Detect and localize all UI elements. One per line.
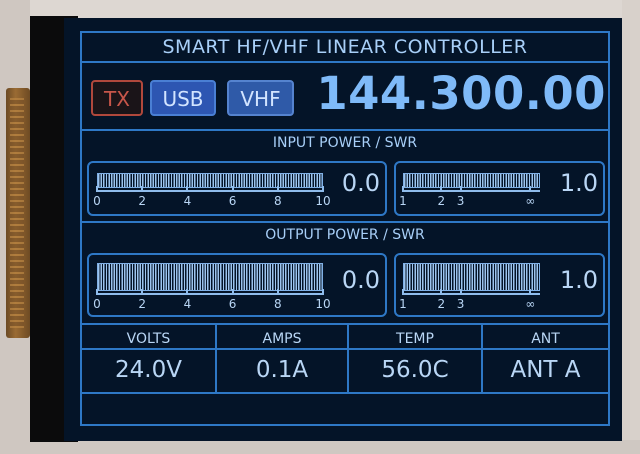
divider-output <box>80 323 610 325</box>
frequency-display[interactable]: 144.300.00 <box>306 67 606 120</box>
input-power-tick <box>186 186 189 192</box>
input-power-reading: 0.0 <box>341 169 380 197</box>
output-power-tick-label: 4 <box>183 297 192 311</box>
volts-value: 24.0V <box>115 357 182 383</box>
band-vhf-button[interactable]: VHF <box>227 80 294 116</box>
page-title: SMART HF/VHF LINEAR CONTROLLER <box>162 36 528 58</box>
input-swr-scale <box>403 190 540 192</box>
volts-header: VOLTS <box>126 331 171 347</box>
divider-input <box>80 221 610 223</box>
output-swr-tick <box>529 289 532 295</box>
input-power-tick-label: 6 <box>228 194 237 208</box>
ant-header: ANT <box>531 331 560 347</box>
input-swr-tick-label: 2 <box>437 194 446 208</box>
input-power-tick-label: 10 <box>315 194 331 208</box>
input-swr-tick-label: 1 <box>399 194 407 208</box>
input-power-tick <box>276 186 279 192</box>
output-power-tick-label: 6 <box>228 297 237 311</box>
input-power-tick-label: 0 <box>93 194 101 208</box>
divider-status-header <box>80 348 610 350</box>
input-power-tick <box>231 186 234 192</box>
output-power-tick-label: 8 <box>273 297 282 311</box>
output-power-tick-label: 10 <box>315 297 331 311</box>
input-power-tick <box>322 186 324 192</box>
output-power-tick-label: 2 <box>138 297 146 311</box>
output-swr-tick <box>402 289 404 295</box>
output-section-title: OUTPUT POWER / SWR <box>265 227 425 243</box>
output-swr-scale <box>403 293 540 295</box>
output-swr-tick <box>440 289 443 295</box>
amps-value: 0.1A <box>255 357 309 383</box>
mode-usb-button[interactable]: USB <box>150 80 216 116</box>
device-bezel-bottom <box>0 440 640 454</box>
divider-status-values <box>80 392 610 394</box>
output-swr-bar <box>403 263 540 291</box>
output-swr-tick-label: 1 <box>399 297 407 311</box>
input-power-tick-label: 2 <box>138 194 146 208</box>
divider-title <box>80 61 610 63</box>
output-power-tick <box>141 289 144 295</box>
output-power-tick <box>276 289 279 295</box>
input-power-tick-label: 8 <box>273 194 282 208</box>
input-swr-tick-label: ∞ <box>525 194 536 208</box>
input-power-scale <box>97 190 323 192</box>
input-power-tick <box>141 186 144 192</box>
input-swr-tick <box>459 186 462 192</box>
input-power-tick-label: 4 <box>183 194 192 208</box>
output-power-tick <box>186 289 189 295</box>
device-bezel-right <box>622 0 640 454</box>
input-swr-tick <box>440 186 443 192</box>
output-swr-tick-label: ∞ <box>525 297 536 311</box>
output-power-tick <box>322 289 324 295</box>
input-swr-reading: 1.0 <box>559 169 598 197</box>
output-power-scale <box>97 293 323 295</box>
input-power-tick <box>96 186 98 192</box>
input-swr-tick-label: 3 <box>456 194 465 208</box>
antenna-select[interactable]: ANT A <box>483 357 608 383</box>
output-power-tick-label: 0 <box>93 297 101 311</box>
temp-value: 56.0C <box>381 357 449 383</box>
output-power-reading: 0.0 <box>341 266 380 294</box>
ribbon-cable <box>6 88 30 338</box>
output-power-tick <box>231 289 234 295</box>
output-swr-tick-label: 2 <box>437 297 446 311</box>
input-power-bar <box>97 173 323 188</box>
divider-controls <box>80 129 610 131</box>
output-swr-tick-label: 3 <box>456 297 465 311</box>
output-power-bar <box>97 263 323 291</box>
temp-header: TEMP <box>396 331 434 347</box>
output-power-tick <box>96 289 98 295</box>
input-swr-tick <box>402 186 404 192</box>
amps-header: AMPS <box>262 331 302 347</box>
input-swr-tick <box>529 186 532 192</box>
output-swr-tick <box>459 289 462 295</box>
input-swr-bar <box>403 173 540 188</box>
output-swr-reading: 1.0 <box>559 266 598 294</box>
device-bezel-top <box>0 0 640 18</box>
input-section-title: INPUT POWER / SWR <box>272 135 418 151</box>
tx-button[interactable]: TX <box>91 80 143 116</box>
